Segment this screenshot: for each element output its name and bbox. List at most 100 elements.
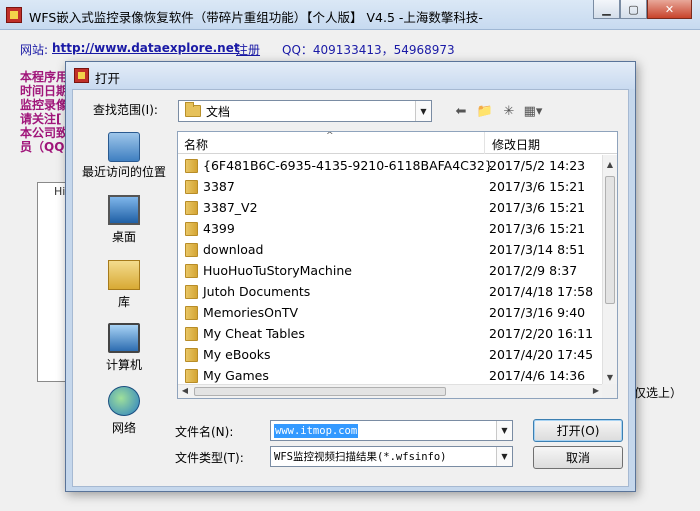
folder-icon — [185, 180, 198, 194]
file-date: 2017/3/16 9:40 — [489, 305, 586, 320]
file-date: 2017/4/18 17:58 — [489, 284, 594, 299]
place-label: 网络 — [111, 421, 136, 435]
file-name: 3387 — [203, 179, 235, 194]
place-label: 桌面 — [111, 230, 136, 244]
scroll-left-icon[interactable]: ◀ — [178, 384, 192, 398]
place-computer[interactable]: 计算机 — [79, 323, 169, 373]
column-name[interactable]: ^ 名称 — [178, 132, 485, 154]
place-library[interactable]: 库 — [79, 260, 169, 310]
column-date[interactable]: 修改日期 — [485, 132, 540, 154]
cancel-button[interactable]: 取消 — [533, 446, 623, 469]
hscroll-thumb[interactable] — [194, 387, 446, 396]
file-name: My Games — [203, 368, 269, 383]
place-label: 最近访问的位置 — [81, 165, 166, 179]
scroll-right-icon[interactable]: ▶ — [589, 384, 603, 398]
file-list-header: ^ 名称 修改日期 — [178, 132, 617, 154]
file-row[interactable]: My Cheat Tables 2017/2/20 16:11 — [178, 323, 603, 344]
scroll-corner — [602, 384, 617, 398]
dialog-toolbar: ⬅ 📁 ✳ ▦▾ — [451, 102, 543, 120]
file-row[interactable]: 4399 2017/3/6 15:21 — [178, 218, 603, 239]
minimize-button[interactable]: ▁ — [593, 0, 620, 19]
file-name: HuoHuoTuStoryMachine — [203, 263, 352, 278]
file-name: {6F481B6C-6935-4135-9210-6118BAFA4C32} — [203, 158, 493, 173]
file-name: Jutoh Documents — [203, 284, 311, 299]
folder-icon — [185, 102, 201, 117]
file-row[interactable]: MemoriesOnTV 2017/3/16 9:40 — [178, 302, 603, 323]
look-in-combo[interactable]: 文档 ▼ — [178, 100, 432, 122]
folder-icon — [185, 327, 198, 341]
open-button[interactable]: 打开(O) — [533, 419, 623, 442]
file-date: 2017/4/6 14:36 — [489, 368, 586, 383]
file-row[interactable]: 3387_V2 2017/3/6 15:21 — [178, 197, 603, 218]
library-icon — [108, 260, 140, 290]
filetype-value: WFS监控视频扫描结果(*.wfsinfo) — [274, 451, 447, 463]
view-menu-icon[interactable]: ▦▾ — [523, 102, 543, 120]
folder-icon — [185, 222, 198, 236]
up-folder-icon[interactable]: 📁 — [475, 102, 495, 120]
side-text: 仅选上） — [634, 386, 683, 400]
qq-info: QQ：409133413，54968973 — [282, 43, 455, 57]
file-row[interactable]: 3387 2017/3/6 15:21 — [178, 176, 603, 197]
look-in-label: 查找范围(I): — [93, 103, 158, 117]
places-bar: 最近访问的位置 桌面 库 计算机 网络 — [79, 132, 169, 435]
register-link[interactable]: 注册 — [236, 41, 260, 58]
main-titlebar: WFS嵌入式监控录像恢复软件（带碎片重组功能）【个人版】 V4.5 -上海数擎科… — [0, 0, 700, 30]
file-name: download — [203, 242, 264, 257]
folder-icon — [185, 243, 198, 257]
file-name: MemoriesOnTV — [203, 305, 299, 320]
website-link[interactable]: http://www.dataexplore.net — [52, 41, 240, 55]
column-name-label: 名称 — [184, 138, 209, 152]
dialog-body: 查找范围(I): 文档 ▼ ⬅ 📁 ✳ ▦▾ 最近访问的位置 桌面 库 计算机 … — [72, 89, 629, 487]
place-desktop[interactable]: 桌面 — [79, 195, 169, 245]
file-date: 2017/2/20 16:11 — [489, 326, 594, 341]
link-bar: 网站: http://www.dataexplore.net 注册 QQ：409… — [0, 38, 700, 60]
horizontal-scrollbar[interactable]: ◀ ▶ — [178, 384, 603, 398]
open-dialog: 打开 查找范围(I): 文档 ▼ ⬅ 📁 ✳ ▦▾ 最近访问的位置 桌面 库 计… — [65, 61, 636, 492]
look-in-value: 文档 — [206, 104, 231, 119]
vertical-scrollbar[interactable]: ▲ ▼ — [602, 155, 617, 386]
folder-icon — [185, 285, 198, 299]
file-row[interactable]: {6F481B6C-6935-4135-9210-6118BAFA4C32} 20… — [178, 155, 603, 176]
file-row[interactable]: download 2017/3/14 8:51 — [178, 239, 603, 260]
filetype-select[interactable]: WFS监控视频扫描结果(*.wfsinfo) ▼ — [270, 446, 513, 467]
file-name: 4399 — [203, 221, 235, 236]
chevron-down-icon[interactable]: ▼ — [496, 447, 512, 466]
dialog-app-icon — [74, 68, 89, 83]
network-icon — [108, 386, 140, 416]
file-date: 2017/5/2 14:23 — [489, 158, 586, 173]
back-arrow-icon[interactable]: ⬅ — [451, 102, 471, 120]
folder-icon — [185, 306, 198, 320]
close-button[interactable]: ✕ — [647, 0, 692, 19]
filename-value[interactable]: www.itmop.com — [274, 423, 359, 438]
file-list[interactable]: ^ 名称 修改日期 {6F481B6C-6935-4135-9210-6118B… — [177, 131, 618, 399]
website-label: 网站: — [20, 43, 49, 57]
tree-item[interactable]: Hi — [54, 185, 65, 198]
window-controls: ▁ ▢ ✕ — [593, 0, 692, 20]
file-row[interactable]: My Games 2017/4/6 14:36 — [178, 365, 603, 386]
new-folder-icon[interactable]: ✳ — [499, 102, 519, 120]
file-row[interactable]: My eBooks 2017/4/20 17:45 — [178, 344, 603, 365]
place-network[interactable]: 网络 — [79, 386, 169, 436]
place-label: 库 — [117, 295, 130, 309]
file-row[interactable]: HuoHuoTuStoryMachine 2017/2/9 8:37 — [178, 260, 603, 281]
filename-input[interactable]: www.itmop.com ▼ — [270, 420, 513, 441]
folder-icon — [185, 348, 198, 362]
maximize-button[interactable]: ▢ — [620, 0, 647, 19]
computer-icon — [108, 323, 140, 353]
chevron-down-icon[interactable]: ▼ — [496, 421, 512, 440]
chevron-down-icon[interactable]: ▼ — [415, 101, 431, 121]
scroll-up-icon[interactable]: ▲ — [603, 157, 617, 173]
filetype-label: 文件类型(T): — [175, 451, 244, 465]
dialog-titlebar: 打开 — [66, 62, 635, 89]
file-row[interactable]: Jutoh Documents 2017/4/18 17:58 — [178, 281, 603, 302]
file-date: 2017/3/6 15:21 — [489, 200, 586, 215]
app-icon — [6, 7, 22, 23]
dialog-title: 打开 — [95, 71, 121, 86]
place-label: 计算机 — [105, 358, 142, 372]
scroll-thumb[interactable] — [605, 176, 615, 304]
file-date: 2017/4/20 17:45 — [489, 347, 594, 362]
file-date: 2017/2/9 8:37 — [489, 263, 578, 278]
file-name: 3387_V2 — [203, 200, 258, 215]
filename-label: 文件名(N): — [175, 425, 234, 439]
place-recent[interactable]: 最近访问的位置 — [79, 132, 169, 180]
